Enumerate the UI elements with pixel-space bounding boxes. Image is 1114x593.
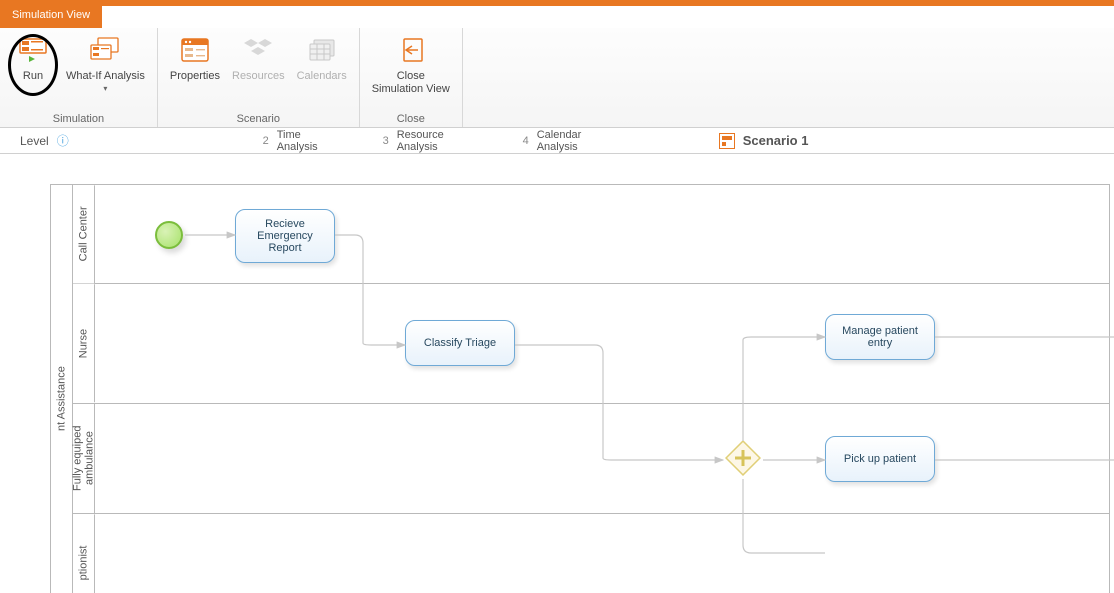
whatif-button[interactable]: What-If Analysis ▾: [60, 32, 151, 95]
scenario-selector[interactable]: Scenario 1: [719, 133, 809, 149]
pool-title: nt Assistance: [51, 185, 73, 593]
task-label: Pick up patient: [844, 453, 916, 465]
task-label: Classify Triage: [424, 337, 496, 349]
ribbon-tab-row: Simulation View: [0, 6, 1114, 28]
level-step-calendar-analysis[interactable]: 4 Calendar Analysis: [499, 131, 639, 151]
tab-simulation-view[interactable]: Simulation View: [0, 6, 102, 28]
lane-title: Fully equiped ambulance: [73, 404, 95, 513]
task-manage-patient-entry[interactable]: Manage patient entry: [825, 314, 935, 360]
lane-title: Nurse: [73, 284, 95, 402]
task-pick-up-patient[interactable]: Pick up patient: [825, 436, 935, 482]
properties-icon: [179, 34, 211, 66]
level-step-label: Calendar Analysis: [537, 129, 621, 153]
lane-receptionist[interactable]: ptionist: [73, 514, 1109, 593]
properties-button[interactable]: Properties: [164, 32, 226, 85]
lane-title: ptionist: [73, 514, 95, 593]
level-step-num: 1: [111, 135, 121, 147]
ribbon-group-close: Close Simulation View Close: [360, 28, 463, 127]
run-icon: [17, 34, 49, 66]
ribbon-group-caption-simulation: Simulation: [6, 111, 151, 125]
lane-ambulance[interactable]: Fully equiped ambulance Pick up patient: [73, 404, 1109, 514]
diagram-canvas[interactable]: nt Assistance Call Center Recieve Emerge…: [0, 154, 1114, 593]
resources-button: Resources: [226, 32, 291, 85]
close-label: Close Simulation View: [372, 70, 450, 96]
ribbon-group-caption-scenario: Scenario: [164, 111, 353, 125]
ribbon-group-scenario: Properties Resources: [158, 28, 360, 127]
task-label: Manage patient entry: [832, 325, 928, 349]
ribbon-group-simulation: Run What-If Analysis ▾ Simulation: [0, 28, 158, 127]
properties-label: Properties: [170, 70, 220, 83]
calendars-button: Calendars: [291, 32, 353, 85]
whatif-label: What-If Analysis: [66, 70, 145, 83]
resources-label: Resources: [232, 70, 285, 83]
scenario-icon: [719, 133, 735, 149]
level-step-label: Resource Analysis: [397, 129, 481, 153]
ribbon: Run What-If Analysis ▾ Simulation: [0, 28, 1114, 128]
calendars-icon: [306, 34, 338, 66]
level-step-label: Time Analysis: [277, 129, 341, 153]
chevron-down-icon: ▾: [103, 85, 107, 93]
level-bar: Level ⓘ 1 Process Validation 2 Time Anal…: [0, 128, 1114, 154]
scenario-name: Scenario 1: [743, 133, 809, 148]
task-receive-emergency-report[interactable]: Recieve Emergency Report: [235, 209, 335, 263]
ribbon-group-caption-close: Close: [366, 111, 456, 125]
gateway-parallel[interactable]: [725, 440, 761, 476]
task-label: Recieve Emergency Report: [242, 218, 328, 254]
task-classify-triage[interactable]: Classify Triage: [405, 320, 515, 366]
level-step-label: Process Validation: [127, 135, 217, 147]
level-label: Level: [20, 134, 49, 148]
level-step-num: 4: [521, 135, 531, 147]
calendars-label: Calendars: [297, 70, 347, 83]
info-icon[interactable]: ⓘ: [57, 132, 69, 149]
lane-title: Call Center: [73, 185, 95, 283]
close-icon: [395, 34, 427, 66]
lane-nurse[interactable]: Nurse Classify Triage Manage patient ent…: [73, 284, 1109, 403]
level-step-num: 3: [381, 135, 391, 147]
close-simulation-button[interactable]: Close Simulation View: [366, 32, 456, 98]
run-label: Run: [23, 70, 43, 83]
whatif-icon: [89, 34, 121, 66]
start-event[interactable]: [155, 221, 183, 249]
lane-call-center[interactable]: Call Center Recieve Emergency Report: [73, 185, 1109, 284]
level-step-time-analysis[interactable]: 2 Time Analysis: [239, 131, 359, 151]
resources-icon: [242, 34, 274, 66]
level-step-process-validation[interactable]: 1 Process Validation: [89, 131, 239, 151]
pool[interactable]: nt Assistance Call Center Recieve Emerge…: [50, 184, 1110, 593]
level-step-num: 2: [261, 135, 271, 147]
run-button[interactable]: Run: [6, 32, 60, 85]
level-step-resource-analysis[interactable]: 3 Resource Analysis: [359, 131, 499, 151]
